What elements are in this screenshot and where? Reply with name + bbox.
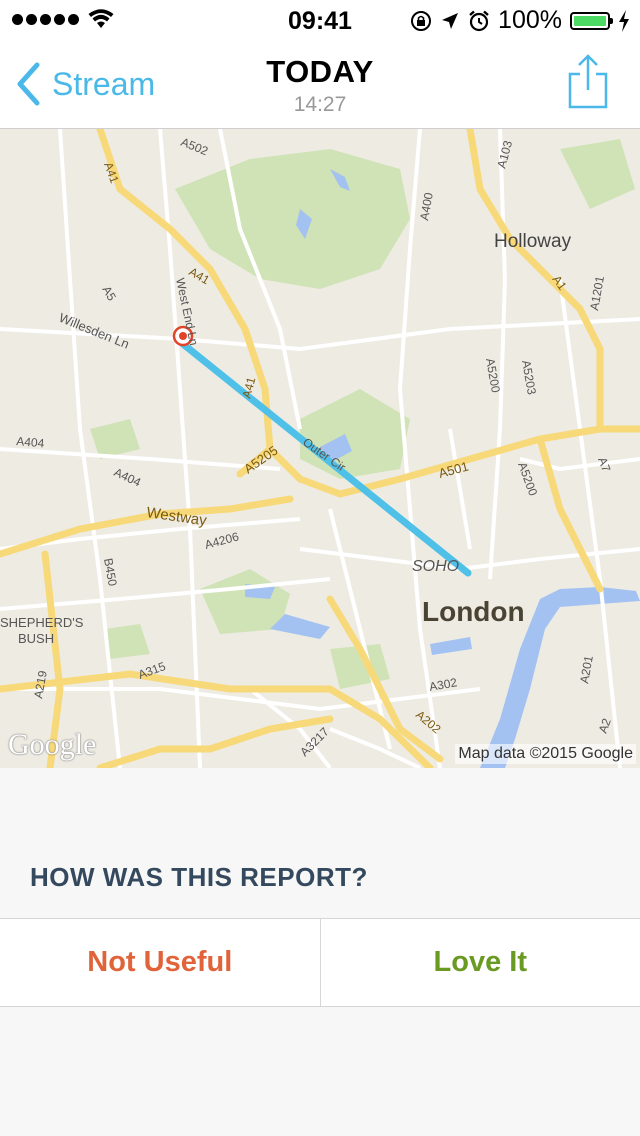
map-label-a2: A2: [596, 716, 614, 735]
map-label-a219: A219: [31, 669, 50, 699]
map-label-a1201: A1201: [587, 275, 607, 312]
map-label-a501: A501: [437, 459, 470, 481]
share-icon[interactable]: [566, 54, 610, 110]
feedback-question: HOW WAS THIS REPORT?: [30, 862, 368, 892]
map-label-shepherds-bush-line2: BUSH: [18, 631, 54, 646]
map-label-a404-west: A404: [16, 434, 45, 450]
not-useful-button[interactable]: Not Useful: [0, 919, 321, 1006]
map-label-a5200-north: A5200: [483, 357, 503, 394]
navigation-bar: Stream TODAY 14:27: [0, 40, 640, 129]
rotation-lock-icon: [411, 10, 432, 31]
map-label-a41-low: A41: [239, 375, 258, 400]
map-label-a404-east: A404: [112, 465, 144, 490]
map-attribution[interactable]: Map data ©2015 Google: [455, 744, 636, 764]
map-label-a202: A202: [413, 708, 444, 737]
map-label-a5: A5: [99, 284, 119, 304]
map-label-a103: A103: [494, 139, 515, 170]
map-label-a1: A1: [550, 273, 570, 293]
love-it-button[interactable]: Love It: [321, 919, 640, 1006]
map-label-london: London: [422, 596, 525, 627]
charging-bolt-icon: [619, 9, 629, 32]
battery-percent: 100%: [498, 6, 562, 34]
map-label-a400: A400: [417, 191, 436, 221]
battery-icon: [570, 11, 613, 30]
status-bar: 09:41 100%: [0, 0, 640, 40]
google-logo: Google: [8, 728, 97, 761]
map-canvas: Holloway London SOHO Westway SHEPHERD'S …: [0, 129, 640, 768]
page-subtitle-time: 14:27: [293, 93, 347, 116]
route-map[interactable]: Holloway London SOHO Westway SHEPHERD'S …: [0, 129, 640, 768]
map-label-willesden-ln: Willesden Ln: [57, 310, 132, 352]
page-title: TODAY: [266, 54, 374, 89]
location-arrow-icon: [442, 12, 459, 29]
map-label-a5200-south: A5200: [515, 460, 540, 498]
map-label-a7: A7: [595, 455, 613, 474]
map-label-a4206: A4206: [203, 529, 240, 552]
map-label-a502: A502: [179, 135, 211, 159]
map-label-a5203: A5203: [519, 359, 539, 396]
alarm-icon: [469, 10, 489, 31]
map-label-soho: SOHO: [412, 558, 459, 575]
map-label-a201: A201: [577, 654, 596, 684]
map-label-a5205: A5205: [241, 443, 280, 477]
map-label-shepherds-bush-line1: SHEPHERD'S: [0, 615, 84, 630]
feedback-buttons: Not Useful Love It: [0, 918, 640, 1007]
map-label-holloway: Holloway: [494, 231, 572, 252]
map-label-b450: B450: [101, 557, 120, 587]
